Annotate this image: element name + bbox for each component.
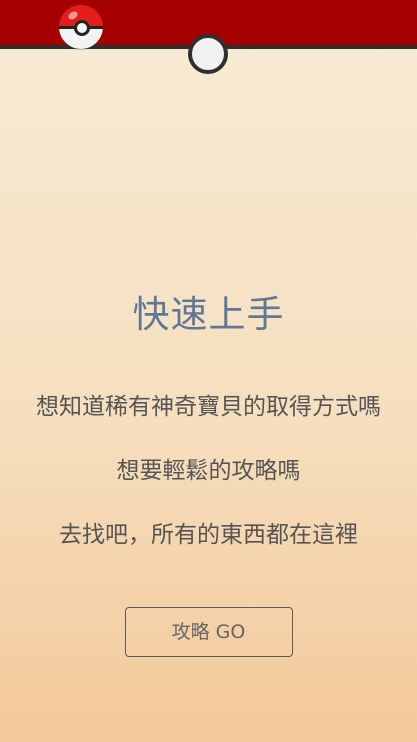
description-text: 想知道稀有神奇寶貝的取得方式嗎 想要輕鬆的攻略嗎 去找吧，所有的東西都在這裡 [0,359,417,583]
pokeball-icon [59,5,103,49]
description-line-1: 想知道稀有神奇寶貝的取得方式嗎 [36,394,381,420]
center-circle-icon[interactable] [188,34,228,74]
description-line-3: 去找吧，所有的東西都在這裡 [59,522,358,548]
main-content: 快速上手 想知道稀有神奇寶貝的取得方式嗎 想要輕鬆的攻略嗎 去找吧，所有的東西都… [0,293,417,657]
description-line-2: 想要輕鬆的攻略嗎 [116,458,301,484]
call-to-action-wrap: 攻略 GO [0,607,417,657]
guide-go-button[interactable]: 攻略 GO [124,607,293,657]
page-title: 快速上手 [132,293,285,336]
top-header-bar [0,0,417,74]
